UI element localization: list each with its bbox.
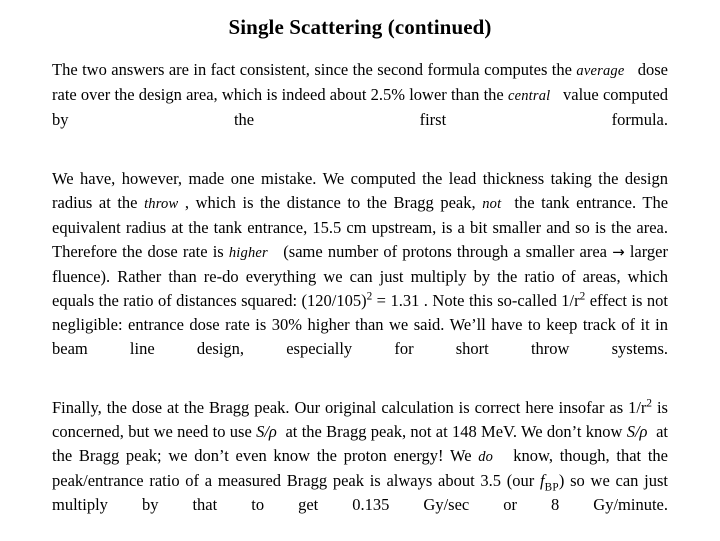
- paragraph-1: The two answers are in fact consistent, …: [52, 58, 668, 156]
- slide-body: The two answers are in fact consistent, …: [52, 58, 668, 541]
- run-text: (same number of protons through a smalle…: [267, 242, 613, 261]
- emphasis-central: central: [507, 88, 551, 104]
- symbol-stopping-power: S/ρ: [626, 422, 648, 441]
- run-text: , which is the distance to the Bragg pea…: [178, 193, 483, 212]
- symbol-stopping-power: S/ρ: [256, 422, 277, 441]
- superscript-two: 2: [366, 290, 373, 303]
- superscript-two: 2: [579, 290, 586, 303]
- emphasis-do: do: [478, 449, 494, 465]
- page-title: Single Scattering (continued): [228, 15, 492, 39]
- emphasis-average: average: [576, 63, 625, 79]
- paragraph-2: We have, however, made one mistake. We c…: [52, 167, 668, 385]
- emphasis-throw: throw: [144, 196, 179, 212]
- run-text: The two answers are in fact consistent, …: [52, 60, 577, 79]
- symbol-f-bp: fBP: [539, 471, 559, 494]
- right-arrow-icon: →: [612, 243, 625, 261]
- subscript-bp: BP: [544, 481, 559, 494]
- paragraph-3: Finally, the dose at the Bragg peak. Our…: [52, 396, 668, 541]
- slide-canvas: Single Scattering (continued) The two an…: [0, 0, 720, 540]
- emphasis-not: not: [482, 196, 502, 212]
- superscript-two: 2: [646, 397, 653, 410]
- run-text: at the Bragg peak, not at 148 MeV. We do…: [276, 422, 627, 441]
- emphasis-higher: higher: [228, 245, 268, 261]
